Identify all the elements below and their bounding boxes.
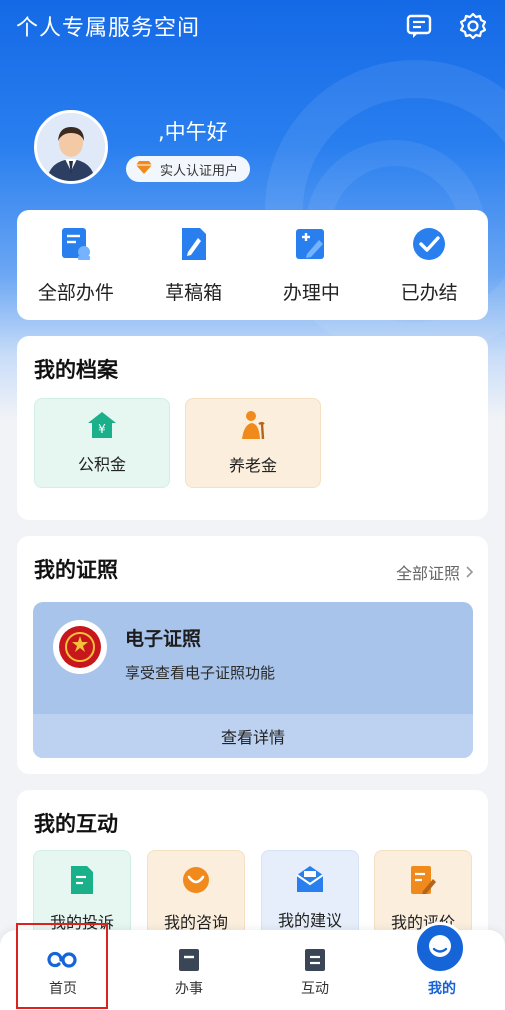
quick-action-label: 办理中 [282, 282, 340, 304]
archive-label: 公积金 [77, 455, 126, 474]
archive-housing-fund[interactable]: ¥ 公积金 [34, 398, 170, 488]
complaint-icon [68, 865, 96, 899]
quick-action-all-cases[interactable]: 全部办件 [17, 210, 135, 320]
view-details-button[interactable]: 查看详情 [33, 714, 473, 758]
my-archive-card: 我的档案 ¥ 公积金 养老金 [17, 336, 488, 520]
tab-label: 办事 [175, 981, 203, 997]
verified-user-badge: 实人认证用户 [126, 156, 251, 182]
consult-icon [181, 865, 211, 899]
draft-icon [176, 226, 212, 266]
e-license-title: 电子证照 [125, 628, 202, 650]
quick-action-label: 全部办件 [37, 282, 114, 304]
chevron-right-icon [466, 563, 474, 582]
e-license-card[interactable]: 电子证照 享受查看电子证照功能 查看详情 [33, 602, 473, 758]
section-title: 我的证照 [34, 558, 118, 582]
profile-header: ,中午好 实人认证用户 [34, 110, 474, 190]
quick-action-label: 已办结 [400, 282, 458, 304]
avatar[interactable] [34, 110, 108, 184]
highlight-annotation-box [16, 923, 108, 1009]
in-progress-icon [293, 226, 329, 266]
section-title: 我的档案 [34, 358, 118, 382]
interact-label: 我的建议 [277, 911, 342, 930]
section-title: 我的互动 [34, 812, 118, 836]
review-icon [409, 865, 437, 899]
page-title: 个人专属服务空间 [16, 16, 201, 41]
quick-action-draft[interactable]: 草稿箱 [135, 210, 253, 320]
diamond-icon [136, 160, 152, 178]
gear-icon[interactable] [457, 10, 489, 42]
housing-fund-icon: ¥ [87, 411, 117, 443]
quick-action-label: 草稿箱 [165, 282, 223, 304]
my-license-card: 我的证照 全部证照 电子证照 享受查看电子证照功能 查看详情 [17, 536, 488, 774]
badge-label: 实人认证用户 [160, 163, 239, 179]
tab-interact[interactable]: 互动 [252, 930, 378, 1010]
archive-label: 养老金 [228, 456, 277, 475]
suggestion-icon [295, 865, 325, 897]
tab-label: 互动 [301, 981, 329, 997]
archive-pension[interactable]: 养老金 [185, 398, 321, 488]
national-emblem-icon [53, 620, 107, 674]
svg-text:¥: ¥ [98, 422, 106, 436]
done-check-icon [411, 226, 447, 266]
top-bar: 个人专属服务空间 [0, 0, 505, 52]
me-icon[interactable] [414, 922, 466, 974]
all-cases-icon [58, 226, 94, 266]
greeting-text: ,中午好 [158, 120, 228, 144]
all-licenses-link[interactable]: 全部证照 [396, 560, 474, 584]
e-license-description: 享受查看电子证照功能 [125, 664, 276, 682]
service-icon [178, 948, 200, 972]
quick-actions-card: 全部办件 草稿箱 办理中 已办结 [17, 210, 488, 320]
pension-icon [238, 410, 268, 444]
quick-action-in-progress[interactable]: 办理中 [253, 210, 371, 320]
interact-icon [304, 948, 326, 972]
all-licenses-label: 全部证照 [395, 564, 460, 583]
tab-label: 我的 [428, 981, 456, 997]
quick-action-done[interactable]: 已办结 [370, 210, 488, 320]
tab-service[interactable]: 办事 [126, 930, 252, 1010]
chat-icon[interactable] [403, 10, 435, 42]
